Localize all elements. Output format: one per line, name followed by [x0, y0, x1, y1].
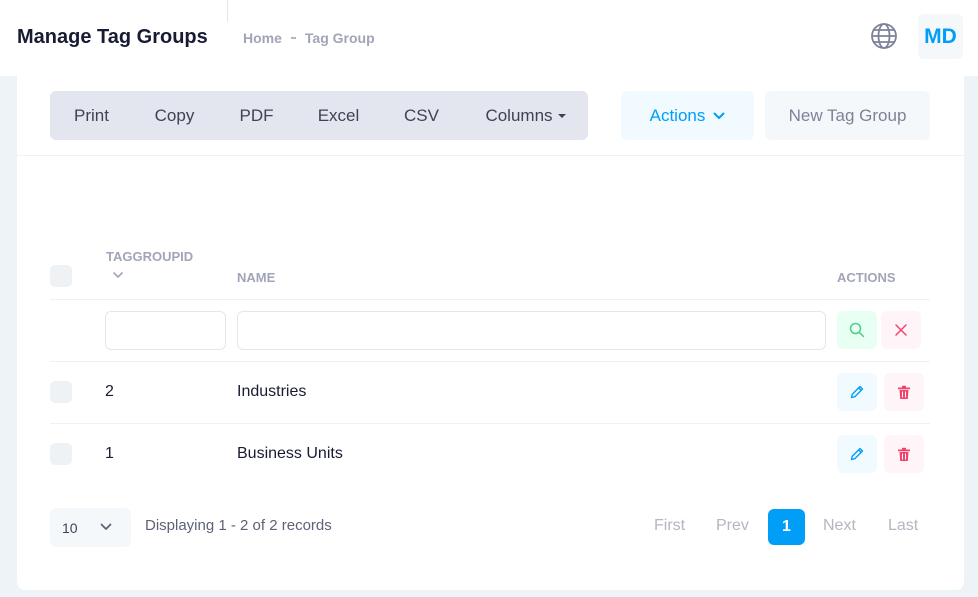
columns-button[interactable]: Columns [463, 91, 588, 140]
name-filter-input[interactable] [237, 311, 826, 350]
pdf-button[interactable]: PDF [216, 91, 297, 140]
column-header-name[interactable]: NAME [237, 270, 275, 285]
trash-icon [898, 385, 910, 399]
column-header-taggroupid[interactable]: TAGGROUPID [106, 249, 193, 264]
row-divider [50, 299, 930, 300]
breadcrumb-separator [290, 37, 296, 39]
app-header: Manage Tag Groups Home Tag Group MD [0, 0, 978, 76]
row-taggroupid: 2 [105, 383, 114, 400]
pager-last[interactable]: Last [888, 517, 918, 535]
select-all-checkbox[interactable] [50, 265, 72, 287]
row-divider [50, 361, 930, 362]
chevron-down-icon [713, 112, 725, 119]
search-icon [849, 322, 865, 338]
breadcrumb-current: Tag Group [304, 30, 375, 46]
pager-next[interactable]: Next [823, 517, 856, 535]
edit-button[interactable] [837, 435, 877, 473]
row-name: Business Units [237, 445, 343, 462]
columns-label: Columns [485, 105, 553, 125]
excel-button[interactable]: Excel [297, 91, 380, 140]
row-checkbox[interactable] [50, 381, 72, 403]
page-size-select[interactable]: 10 [50, 508, 131, 547]
delete-button[interactable] [884, 435, 924, 473]
page-title: Manage Tag Groups [17, 26, 208, 48]
pencil-icon [850, 447, 864, 461]
chevron-down-icon [100, 523, 112, 530]
globe-icon[interactable] [869, 21, 899, 51]
card-header-divider [17, 155, 964, 156]
pager-first[interactable]: First [654, 517, 685, 535]
breadcrumb: Home Tag Group [243, 30, 375, 46]
row-checkbox[interactable] [50, 443, 72, 465]
records-info: Displaying 1 - 2 of 2 records [145, 517, 332, 534]
close-icon [895, 324, 907, 336]
filter-search-button[interactable] [837, 311, 877, 349]
trash-icon [898, 447, 910, 461]
page-size-value: 10 [62, 519, 78, 536]
pencil-icon [850, 385, 864, 399]
row-divider [50, 423, 930, 424]
pager-prev[interactable]: Prev [716, 517, 749, 535]
edit-button[interactable] [837, 373, 877, 411]
filter-clear-button[interactable] [881, 311, 921, 349]
sort-chevron-icon[interactable] [113, 272, 123, 279]
caret-down-icon [557, 113, 566, 118]
breadcrumb-home[interactable]: Home [243, 30, 282, 46]
actions-label: Actions [649, 105, 706, 125]
pager-page-1[interactable]: 1 [768, 509, 805, 545]
copy-button[interactable]: Copy [133, 91, 216, 140]
csv-button[interactable]: CSV [380, 91, 463, 140]
actions-dropdown-button[interactable]: Actions [621, 91, 754, 140]
row-taggroupid: 1 [105, 445, 114, 462]
new-tag-group-button[interactable]: New Tag Group [765, 91, 930, 140]
avatar[interactable]: MD [918, 14, 963, 59]
row-name: Industries [237, 383, 307, 400]
tag-group-card: Print Copy PDF Excel CSV Columns Actions… [17, 76, 964, 590]
export-button-group: Print Copy PDF Excel CSV Columns [50, 91, 588, 140]
taggroupid-filter-input[interactable] [105, 311, 226, 350]
delete-button[interactable] [884, 373, 924, 411]
header-divider [227, 0, 228, 22]
column-header-actions: ACTIONS [837, 270, 896, 285]
print-button[interactable]: Print [50, 91, 133, 140]
